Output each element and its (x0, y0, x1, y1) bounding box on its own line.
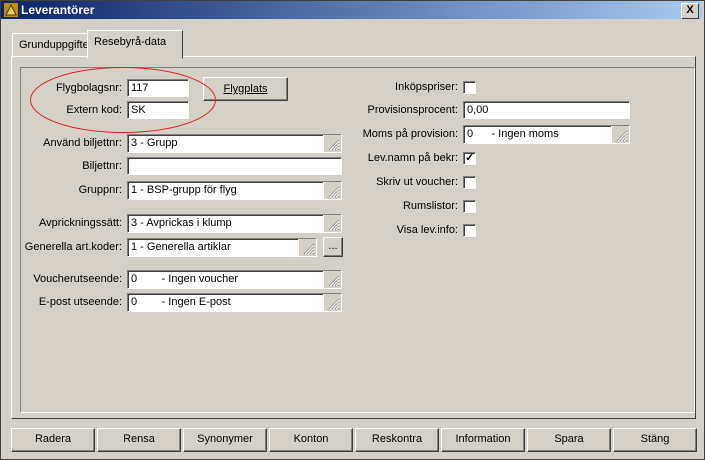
visa-lev-info-label: Visa lev.info: (396, 224, 458, 236)
voucherutseende-select[interactable]: 0 - Ingen voucher (127, 270, 342, 289)
extern-kod-label: Extern kod: (66, 104, 122, 116)
close-icon: X (686, 4, 694, 16)
inkopspriser-label: Inköpspriser: (395, 81, 458, 93)
resize-grip-icon (323, 182, 341, 199)
app-icon (4, 3, 18, 17)
gruppnr-label: Gruppnr: (78, 184, 122, 196)
spara-button-label: Spara (554, 433, 584, 445)
biljettnr-field[interactable] (127, 157, 342, 175)
epost-utseende-label: E-post utseende: (38, 296, 122, 308)
spara-button[interactable]: Spara (527, 428, 611, 452)
resize-grip-icon (611, 126, 629, 143)
resize-grip-icon (323, 215, 341, 232)
rumslistor-checkbox[interactable] (463, 200, 476, 213)
rensa-button-label: Rensa (123, 433, 155, 445)
flygbolagsnr-field[interactable]: 117 (127, 79, 189, 97)
generella-art-koder-value: 1 - Generella artiklar (131, 241, 231, 253)
information-button[interactable]: Information (441, 428, 525, 452)
avprickningssatt-select[interactable]: 3 - Avprickas i klump (127, 214, 342, 233)
tab-resebyra-data[interactable]: Resebyrå-data (87, 30, 183, 59)
provisionsprocent-label: Provisionsprocent: (367, 104, 459, 116)
provisionsprocent-field[interactable]: 0,00 (463, 101, 630, 119)
skriv-ut-voucher-checkbox[interactable] (463, 176, 476, 189)
moms-pa-provision-select[interactable]: 0 - Ingen moms (463, 125, 630, 144)
close-button[interactable]: X (681, 3, 699, 19)
reskontra-button[interactable]: Reskontra (355, 428, 439, 452)
skriv-ut-voucher-label: Skriv ut voucher: (376, 176, 458, 188)
information-button-label: Information (455, 433, 511, 445)
stang-button-label: Stäng (640, 433, 670, 445)
resize-grip-icon (323, 135, 341, 152)
moms-pa-provision-value: 0 - Ingen moms (467, 128, 559, 140)
window-title: Leverantörer (21, 3, 95, 17)
lev-namn-pa-bekr-checkbox[interactable]: ✓ (463, 152, 476, 165)
visa-lev-info-checkbox[interactable] (463, 224, 476, 237)
stang-button[interactable]: Stäng (613, 428, 697, 452)
ellipsis-icon: ... (328, 240, 338, 252)
biljettnr-label: Biljettnr: (82, 160, 122, 172)
moms-pa-provision-label: Moms på provision: (362, 128, 458, 140)
resize-grip-icon (323, 271, 341, 288)
radera-button[interactable]: Radera (11, 428, 95, 452)
lev-namn-pa-bekr-label: Lev.namn på bekr: (367, 152, 458, 164)
avprickningssatt-value: 3 - Avprickas i klump (131, 217, 232, 229)
title-bar: Leverantörer X (1, 1, 702, 19)
rumslistor-label: Rumslistor: (402, 200, 458, 212)
flygplats-button-label: Flygplats (223, 83, 268, 95)
gruppnr-value: 1 - BSP-grupp för flyg (131, 184, 237, 196)
flygbolagsnr-label: Flygbolagsnr: (55, 82, 122, 94)
generella-art-koder-select[interactable]: 1 - Generella artiklar (127, 238, 317, 257)
epost-utseende-select[interactable]: 0 - Ingen E-post (127, 293, 342, 312)
synonymer-button[interactable]: Synonymer (183, 428, 267, 452)
resize-grip-icon (323, 294, 341, 311)
inkopspriser-checkbox[interactable] (463, 81, 476, 94)
avprickningssatt-label: Avprickningssätt: (39, 217, 122, 229)
gruppnr-select[interactable]: 1 - BSP-grupp för flyg (127, 181, 342, 200)
extern-kod-field[interactable]: SK (127, 101, 189, 119)
rensa-button[interactable]: Rensa (97, 428, 181, 452)
reskontra-button-label: Reskontra (371, 433, 423, 445)
synonymer-button-label: Synonymer (197, 433, 253, 445)
radera-button-label: Radera (34, 433, 72, 445)
resize-grip-icon (298, 239, 316, 256)
konton-button[interactable]: Konton (269, 428, 353, 452)
voucherutseende-label: Voucherutseende: (33, 273, 122, 285)
generella-art-koder-browse-button[interactable]: ... (323, 237, 343, 257)
anvand-biljettnr-value: 3 - Grupp (131, 137, 178, 149)
konton-button-label: Konton (293, 433, 329, 445)
generella-art-koder-label: Generella art.koder: (24, 241, 122, 253)
checkmark-icon: ✓ (465, 152, 475, 164)
tab-label: Grunduppgifter (19, 39, 93, 51)
anvand-biljettnr-label: Använd biljettnr: (43, 137, 122, 149)
epost-utseende-value: 0 - Ingen E-post (131, 296, 231, 308)
flygplats-button[interactable]: Flygplats (203, 77, 288, 101)
anvand-biljettnr-select[interactable]: 3 - Grupp (127, 134, 342, 153)
tab-label: Resebyrå-data (94, 36, 167, 48)
voucherutseende-value: 0 - Ingen voucher (131, 273, 239, 285)
